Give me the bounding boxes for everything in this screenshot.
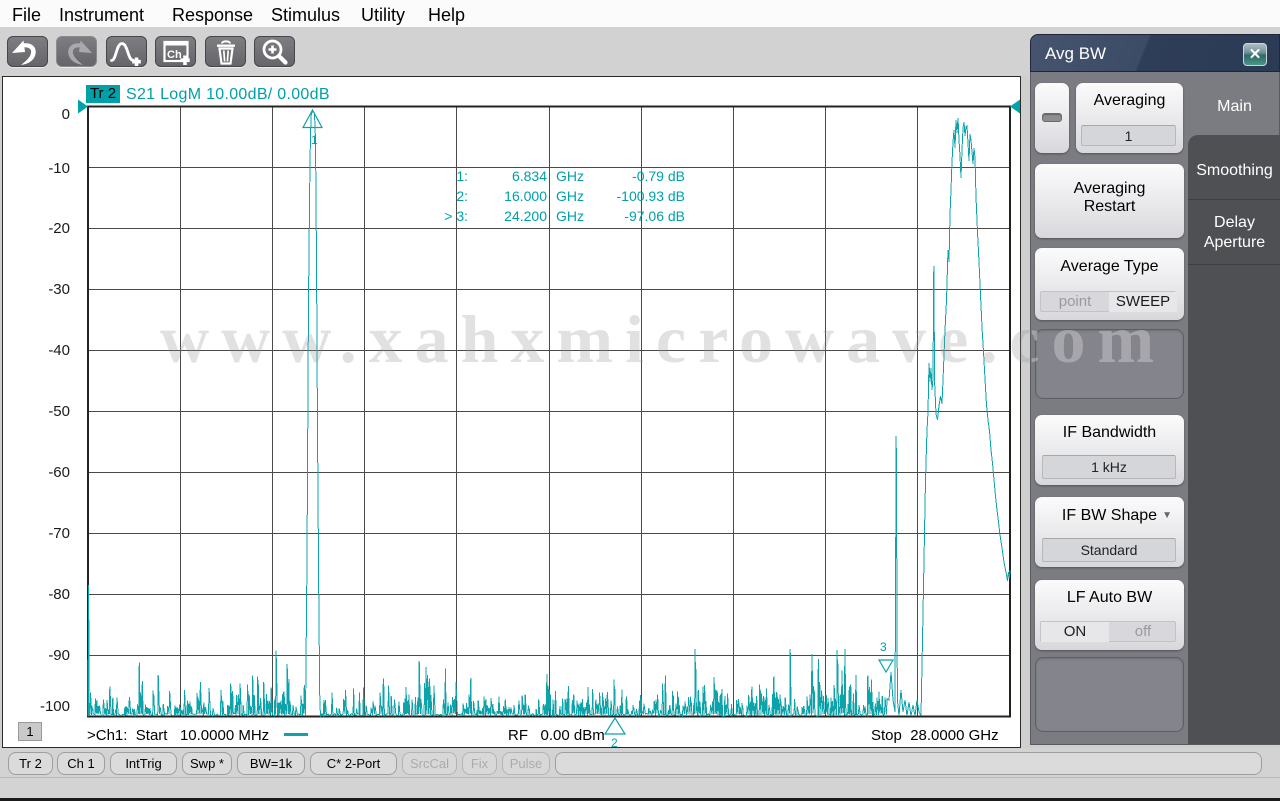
svg-text:Ch: Ch bbox=[167, 49, 182, 61]
